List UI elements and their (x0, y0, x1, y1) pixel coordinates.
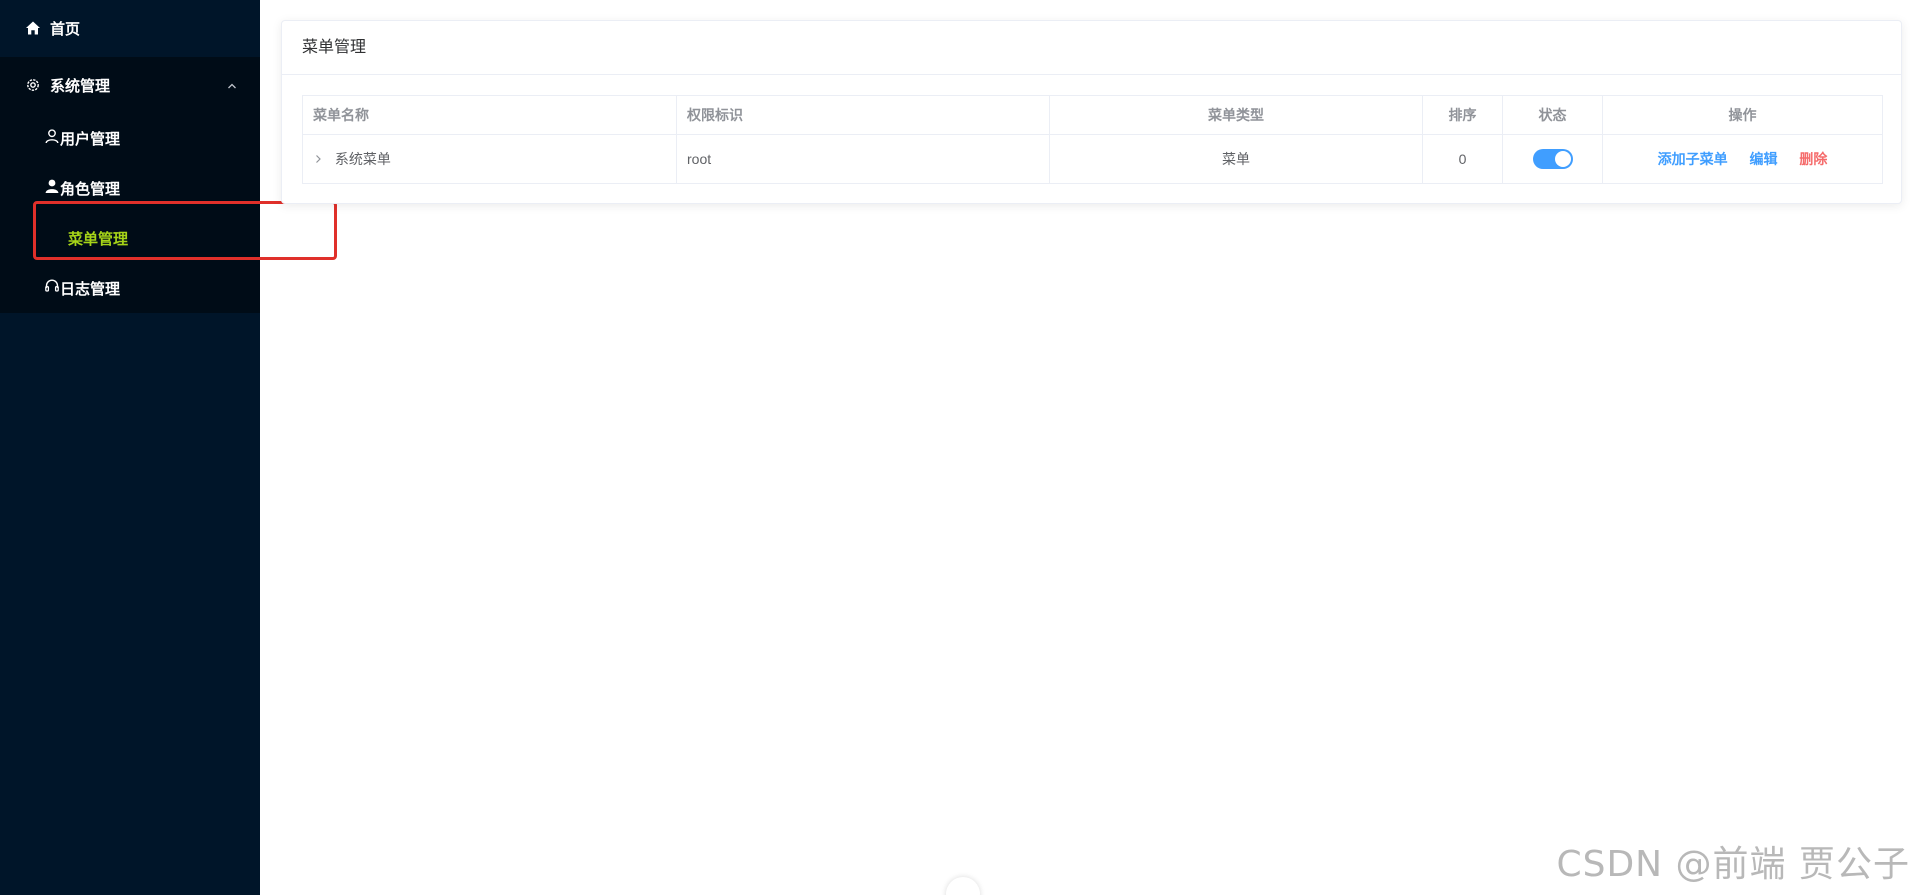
cell-permission: root (676, 134, 1050, 184)
expand-chevron-icon[interactable] (313, 152, 323, 167)
gear-icon (24, 76, 42, 94)
toggle-knob (1554, 151, 1571, 167)
sidebar-item-label: 用户管理 (60, 130, 121, 148)
column-header-type: 菜单类型 (1049, 95, 1423, 135)
edit-button[interactable]: 编辑 (1750, 151, 1778, 167)
chevron-up-icon (226, 79, 238, 91)
sidebar: 首页 系统管理 用户管理 角色管理 菜单管理 日志管理 (0, 0, 260, 895)
menu-name-text: 系统菜单 (334, 151, 391, 167)
sidebar-submenu-system[interactable]: 系统管理 (0, 57, 260, 113)
user-outline-icon (44, 128, 60, 148)
menu-management-card: 菜单管理 菜单名称 权限标识 菜单类型 排序 状态 操作 系统菜单 root 菜… (281, 20, 1902, 204)
cell-menu-name: 系统菜单 (302, 134, 677, 184)
cell-actions: 添加子菜单 编辑 删除 (1602, 134, 1883, 184)
sidebar-item-home[interactable]: 首页 (0, 0, 260, 56)
status-toggle[interactable] (1532, 149, 1573, 169)
menu-table: 菜单名称 权限标识 菜单类型 排序 状态 操作 系统菜单 root 菜单 0 添… (302, 95, 1883, 184)
sidebar-item-label: 首页 (50, 20, 81, 38)
scroll-indicator[interactable] (946, 877, 980, 895)
app-root: 首页 系统管理 用户管理 角色管理 菜单管理 日志管理 菜单管理 菜单名称 权限… (0, 0, 1918, 895)
watermark-text: CSDN @前端 贾公子 (1556, 844, 1910, 885)
sidebar-item-roles[interactable]: 角色管理 (0, 163, 260, 213)
sidebar-item-menus[interactable]: 菜单管理 (0, 213, 260, 263)
sidebar-item-label: 日志管理 (60, 280, 121, 298)
sidebar-item-label: 角色管理 (60, 180, 121, 198)
add-submenu-button[interactable]: 添加子菜单 (1658, 151, 1728, 167)
column-header-sort: 排序 (1422, 95, 1503, 135)
column-header-status: 状态 (1502, 95, 1603, 135)
column-header-actions: 操作 (1602, 95, 1883, 135)
card-title: 菜单管理 (282, 21, 1901, 75)
table-header-row: 菜单名称 权限标识 菜单类型 排序 状态 操作 (302, 95, 1883, 135)
delete-button[interactable]: 删除 (1799, 151, 1827, 167)
headset-icon (44, 278, 60, 298)
column-header-name: 菜单名称 (302, 95, 677, 135)
sidebar-item-logs[interactable]: 日志管理 (0, 263, 260, 313)
sidebar-item-label: 系统管理 (50, 77, 111, 95)
user-filled-icon (44, 178, 60, 198)
sidebar-item-users[interactable]: 用户管理 (0, 113, 260, 163)
table-row: 系统菜单 root 菜单 0 添加子菜单 编辑 删除 (302, 134, 1883, 184)
home-icon (24, 19, 42, 37)
sidebar-item-label: 菜单管理 (68, 230, 129, 248)
column-header-permission: 权限标识 (676, 95, 1050, 135)
cell-menu-type: 菜单 (1049, 134, 1423, 184)
cell-status (1502, 134, 1603, 184)
cell-sort: 0 (1422, 134, 1503, 184)
